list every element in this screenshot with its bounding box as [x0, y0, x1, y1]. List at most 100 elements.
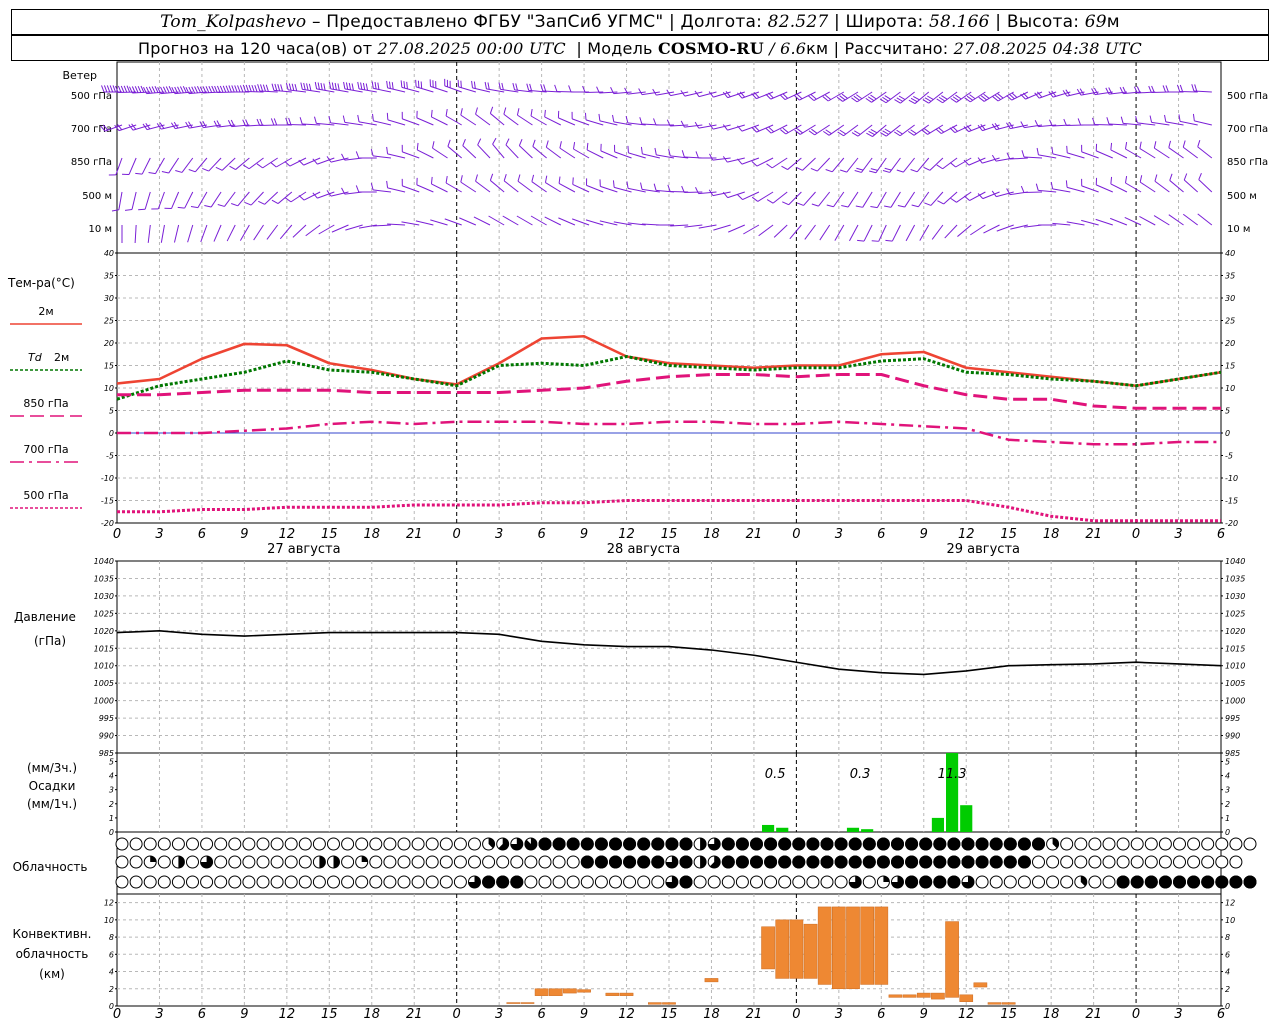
cloud-symbol: [228, 837, 242, 851]
cloud-symbol-fill: [1003, 837, 1017, 851]
cloud-symbol: [1215, 837, 1229, 851]
cloud-symbol-ring: [1201, 837, 1215, 851]
cloud-symbol-ring: [369, 855, 383, 869]
wind-barb-staff: [757, 191, 774, 202]
wind-barb-staff: [431, 183, 448, 193]
wind-barb: [124, 191, 137, 211]
cloud-symbol-ring: [1229, 855, 1243, 869]
cloud-symbol-ring: [1003, 875, 1017, 889]
cloud-symbol-ring: [1130, 837, 1144, 851]
wind-level-label-right: 500 м: [1227, 191, 1257, 202]
cloud-symbol-fill: [891, 837, 904, 851]
wind-barb-flag: [544, 175, 548, 183]
wind-barb-staff: [1182, 213, 1198, 226]
cloud-symbol-ring: [693, 875, 707, 889]
wind-barb: [432, 141, 448, 159]
cloud-symbol-ring: [341, 855, 355, 869]
wind-barb-staff: [1023, 191, 1043, 194]
cloud-symbol-fill: [933, 875, 947, 889]
wind-barb: [728, 224, 745, 233]
cloud-symbol-fill: [552, 837, 566, 851]
cloud-symbol-ring: [298, 875, 312, 889]
wind-barb-flag: [229, 165, 236, 171]
cloud-symbol: [594, 855, 608, 869]
wind-barb-flag: [826, 204, 834, 208]
cloud-symbol: [1060, 837, 1074, 851]
wind-barb: [640, 146, 660, 159]
conv-tick-label-right: 8: [1225, 933, 1230, 942]
wind-barb: [1124, 176, 1142, 193]
cloud-symbol: [298, 855, 312, 869]
pres-tick-label-right: 1025: [1225, 609, 1245, 618]
wind-barb: [331, 224, 349, 233]
wind-barb-staff: [1096, 184, 1113, 193]
wind-barb-staff: [118, 191, 123, 210]
precip-annotation: 11.3: [938, 767, 967, 782]
wind-barb-staff: [1183, 179, 1199, 193]
conv-x-tick-label: 3: [1174, 1007, 1182, 1022]
wind-barb-staff: [713, 224, 731, 231]
cloud-symbol: [341, 875, 355, 889]
wind-level-label-right: 10 м: [1227, 224, 1250, 235]
wind-barb-flag: [357, 81, 360, 89]
cloud-symbol-ring: [425, 855, 439, 869]
wind-barb: [531, 174, 547, 193]
cloud-symbol-fill: [848, 837, 862, 851]
wind-barb: [884, 191, 901, 208]
cloud-symbol-ring: [552, 855, 566, 869]
cloud-symbol: [848, 875, 862, 889]
cloud-symbol-fill: [1243, 875, 1257, 889]
wind-barb-staff: [787, 157, 802, 170]
wind-barb-flag: [135, 172, 143, 175]
cloud-symbol: [594, 875, 608, 889]
conv-bar: [577, 989, 591, 993]
temp-legend-prefix: Td: [28, 351, 43, 364]
cloud-symbol: [186, 875, 199, 889]
cloud-symbol: [651, 855, 665, 869]
wind-barb-staff: [970, 224, 986, 236]
wind-barb: [430, 176, 448, 193]
cloud-symbol-ring: [594, 875, 608, 889]
cloud-symbol-fill: [764, 837, 778, 851]
wind-barb: [1154, 174, 1170, 193]
cloud-symbol: [594, 837, 608, 851]
cloud-symbol-ring: [425, 875, 439, 889]
wind-barb-staff: [531, 181, 547, 193]
cloud-symbol-ring: [482, 855, 496, 869]
wind-barb-flag: [882, 130, 889, 135]
wind-barb-flag: [584, 112, 587, 120]
wind-barb-flag: [870, 129, 878, 134]
conv-x-tick-label: 21: [1085, 1007, 1102, 1022]
cloud-symbol: [735, 855, 749, 869]
cloud-symbol: [270, 837, 284, 851]
wind-barb: [285, 82, 307, 93]
temp-tick-label-left: 40: [104, 249, 114, 258]
cloud-symbol: [143, 855, 157, 869]
cloud-symbol: [468, 855, 481, 869]
cloud-symbol: [623, 855, 637, 869]
prec-tick-label-left: 3: [109, 786, 114, 795]
cloud-symbol: [1158, 875, 1172, 889]
prec-tick-label-right: 2: [1225, 800, 1230, 809]
cloud-symbol-ring: [1046, 855, 1060, 869]
wind-barb-flag: [348, 82, 352, 90]
wind-barb: [355, 151, 377, 159]
cloud-symbol-ring: [538, 855, 552, 869]
cloud-symbol-ring: [1088, 855, 1102, 869]
temp-legend-label: 2м: [54, 351, 69, 364]
wind-barb-flag: [936, 164, 943, 170]
wind-barb: [271, 83, 292, 93]
cloud-symbol-ring: [524, 875, 538, 889]
wind-barb: [568, 85, 590, 93]
temp-tick-label-left: 25: [104, 317, 114, 326]
cloud-symbol-fill: [848, 855, 862, 869]
wind-barb-staff: [891, 224, 901, 242]
wind-barb-flag: [1192, 113, 1195, 121]
wind-barb-flag: [1093, 87, 1099, 95]
cloud-symbol: [524, 875, 538, 889]
wind-barb: [462, 138, 477, 159]
cloud-symbol-fill: [1032, 837, 1045, 851]
wind-barb: [1197, 140, 1213, 159]
wind-barb: [1095, 218, 1113, 226]
wind-barb-staff: [226, 224, 236, 242]
